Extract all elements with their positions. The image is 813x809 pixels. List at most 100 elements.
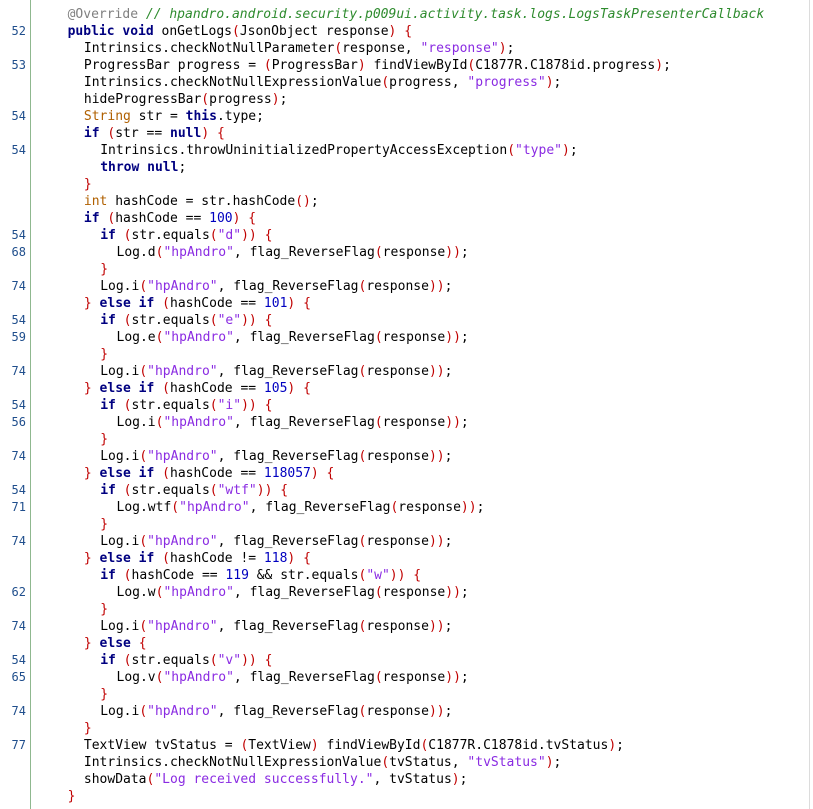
code-token: Log.i xyxy=(100,704,140,719)
code-text: Intrinsics.checkNotNullExpressionValue(p… xyxy=(84,74,561,91)
code-text: if (str.equals("d")) { xyxy=(100,227,272,244)
code-token: findViewById xyxy=(318,738,421,753)
code-token: if xyxy=(83,211,100,226)
code-token: , flag_ReverseFlag xyxy=(233,585,375,600)
code-token: ( xyxy=(123,568,132,583)
code-line: 54 if (str.equals("i")) { xyxy=(0,396,813,413)
code-token: if xyxy=(100,568,116,583)
code-token: } xyxy=(83,466,92,481)
code-line: Intrinsics.checkNotNullExpressionValue(t… xyxy=(0,753,813,770)
line-number: 65 xyxy=(11,670,26,684)
code-token: )) xyxy=(428,619,445,634)
code-token: findViewById xyxy=(365,58,468,73)
line-number: 59 xyxy=(11,330,26,344)
code-line: 56 Log.i("hpAndro", flag_ReverseFlag(resp… xyxy=(0,413,813,430)
code-token: ; xyxy=(460,330,469,345)
code-token: JsonObject response xyxy=(239,24,389,39)
code-token: String xyxy=(83,109,131,124)
code-token: ( xyxy=(295,194,304,209)
code-token: ) xyxy=(357,58,366,73)
code-token: "hpAndro" xyxy=(147,704,218,719)
code-token: ) xyxy=(545,755,554,770)
code-line: 62 Log.w("hpAndro", flag_ReverseFlag(resp… xyxy=(0,583,813,600)
code-token: } xyxy=(100,262,109,277)
code-token: "hpAndro" xyxy=(147,279,218,294)
code-token: "i" xyxy=(217,398,242,413)
code-text: } xyxy=(100,431,108,448)
code-text: Log.i("hpAndro", flag_ReverseFlag(respon… xyxy=(100,533,452,550)
code-token: , flag_ReverseFlag xyxy=(217,704,359,719)
code-token: )) xyxy=(428,704,445,719)
code-token: else if xyxy=(99,551,155,566)
code-token: ; xyxy=(476,500,485,515)
code-token: { xyxy=(404,24,413,39)
code-token: ) xyxy=(310,466,319,481)
code-line: 74 Log.i("hpAndro", flag_ReverseFlag(resp… xyxy=(0,277,813,294)
code-token: } xyxy=(100,432,109,447)
code-text: if (str.equals("wtf")) { xyxy=(100,482,288,499)
code-token: @Override xyxy=(67,7,139,22)
code-line: 54 if (str.equals("e")) { xyxy=(0,311,813,328)
code-token: Log.w xyxy=(116,585,156,600)
code-area[interactable]: @Override // hpandro.android.security.p0… xyxy=(0,0,813,809)
code-token: "hpAndro" xyxy=(163,330,234,345)
code-token: if xyxy=(83,126,100,141)
code-text: } xyxy=(100,601,108,618)
code-token: "hpAndro" xyxy=(147,364,218,379)
code-text: if (hashCode == 119 && str.equals("w")) … xyxy=(100,567,421,584)
code-token: )) xyxy=(389,568,406,583)
code-token: "response" xyxy=(420,41,499,56)
code-token: )) xyxy=(241,398,257,413)
code-token: } xyxy=(83,551,92,566)
code-token: , flag_ReverseFlag xyxy=(233,670,375,685)
code-token: )) xyxy=(241,653,257,668)
code-token: ; xyxy=(279,92,288,107)
code-line: if (hashCode == 119 && str.equals("w")) … xyxy=(0,566,813,583)
code-text: if (str.equals("e")) { xyxy=(100,312,272,329)
code-token: str == xyxy=(115,126,170,141)
code-token: )) xyxy=(445,245,461,260)
code-token: { xyxy=(264,398,273,413)
code-token: else if xyxy=(99,466,155,481)
code-text: Intrinsics.checkNotNullExpressionValue(t… xyxy=(84,754,561,771)
code-token: Log.i xyxy=(100,449,140,464)
line-number: 74 xyxy=(11,534,26,548)
code-token: ) xyxy=(303,194,311,209)
code-line: 54 if (str.equals("d")) { xyxy=(0,226,813,243)
code-token: ) xyxy=(608,738,617,753)
code-token: } xyxy=(100,602,109,617)
line-number: 68 xyxy=(11,245,26,259)
code-token: , tvStatus xyxy=(373,772,452,787)
code-token: ( xyxy=(123,398,132,413)
code-line: 77 TextView tvStatus = (TextView) findVie… xyxy=(0,736,813,753)
code-text: Log.i("hpAndro", flag_ReverseFlag(respon… xyxy=(100,363,452,380)
code-token: progress xyxy=(209,92,272,107)
code-line: if (str == null) { xyxy=(0,124,813,141)
code-token: ( xyxy=(374,415,383,430)
code-token: ProgressBar progress = xyxy=(83,58,264,73)
code-text: Log.i("hpAndro", flag_ReverseFlag(respon… xyxy=(100,618,452,635)
code-token: ( xyxy=(374,245,383,260)
code-token: "hpAndro" xyxy=(163,585,234,600)
code-editor[interactable]: @Override // hpandro.android.security.p0… xyxy=(0,0,813,809)
code-line: } xyxy=(0,600,813,617)
code-token: ; xyxy=(569,143,578,158)
code-token: } xyxy=(83,177,92,192)
code-token: ( xyxy=(201,92,210,107)
code-line: 74 Log.i("hpAndro", flag_ReverseFlag(resp… xyxy=(0,532,813,549)
code-token: hashCode == xyxy=(131,568,226,583)
code-token: ( xyxy=(209,483,218,498)
code-token: )) xyxy=(428,449,445,464)
code-token: str = xyxy=(130,109,186,124)
code-token: progress, xyxy=(389,75,468,90)
code-token: Log.i xyxy=(100,619,140,634)
